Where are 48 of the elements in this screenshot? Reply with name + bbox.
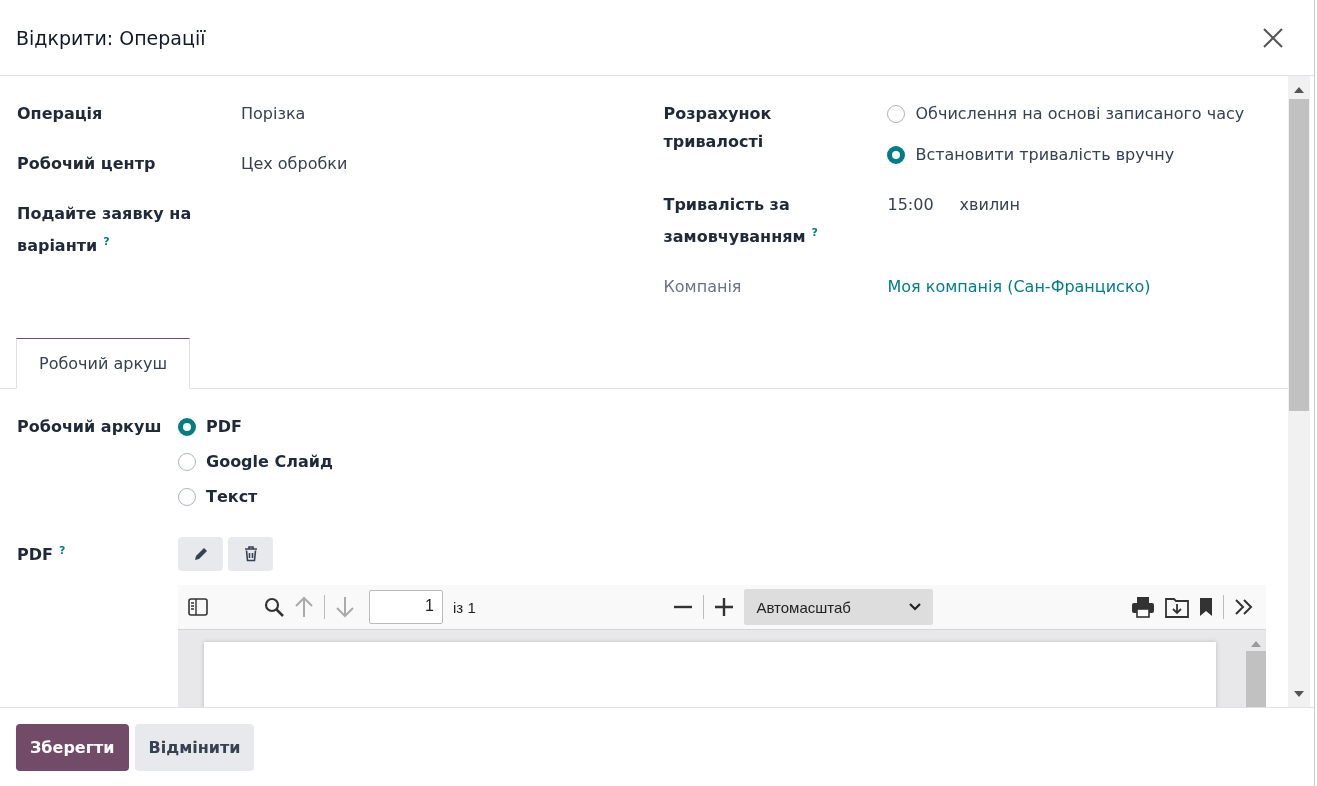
help-mark[interactable]: ? (811, 226, 818, 239)
field-label: Компанія (663, 276, 743, 299)
duration-unit: хвилин (959, 194, 1020, 216)
duration-value[interactable]: 15:00 (887, 191, 934, 252)
company-link[interactable]: Моя компанія (Сан-Франциско) (887, 273, 1151, 302)
delete-button[interactable] (228, 537, 273, 571)
printer-icon[interactable] (1131, 596, 1155, 618)
radio-button[interactable] (178, 418, 196, 436)
pencil-icon (192, 546, 209, 562)
chevron-down-icon (909, 603, 922, 611)
radio-label[interactable]: Встановити тривалість вручну (915, 141, 1175, 169)
radio-label[interactable]: PDF (206, 413, 242, 441)
scrollbar[interactable] (1288, 76, 1310, 707)
plus-icon[interactable] (714, 597, 735, 617)
radio-button[interactable] (887, 146, 906, 164)
tab[interactable]: Робочий аркуш (16, 338, 191, 389)
radio-label[interactable]: Текст (206, 483, 258, 511)
page-count: із 1 (453, 598, 476, 616)
folder-download-icon[interactable] (1165, 596, 1189, 618)
field-value[interactable]: Цех обробки (241, 150, 348, 178)
field-label: Подайте заявку на варіанти $^{?}$ (17, 203, 193, 258)
cancel-button[interactable]: Відмінити (134, 723, 255, 771)
radio-button[interactable] (887, 105, 906, 123)
field-label: Операція (17, 103, 104, 125)
field-label: Робочий аркуш (17, 416, 163, 438)
page-number-field[interactable]: 1 (369, 590, 443, 624)
radio-button[interactable] (178, 488, 196, 506)
field-value[interactable]: Порізка (241, 100, 306, 128)
field-label: PDF $^{?}$ (17, 543, 67, 567)
scrollbar[interactable] (1246, 642, 1266, 707)
field-label: Робочий центр (17, 153, 157, 175)
sidebar-icon[interactable] (188, 598, 208, 616)
zoom-dropdown[interactable]: Автомасштаб (744, 589, 934, 625)
save-button[interactable]: Зберегти (16, 723, 129, 771)
double-chevron-icon[interactable] (1234, 599, 1254, 615)
close-icon[interactable] (1262, 26, 1284, 49)
trash-icon (243, 546, 258, 562)
bookmark-icon[interactable] (1199, 597, 1213, 617)
edit-button[interactable] (178, 537, 223, 571)
search-icon[interactable] (264, 597, 284, 617)
dialog-title: Відкрити: Операції (16, 26, 206, 49)
help-mark[interactable]: ? (58, 544, 66, 557)
field-label: Розрахунок тривалості (663, 103, 773, 153)
radio-label[interactable]: Google Слайд (206, 448, 333, 476)
help-mark[interactable]: ? (103, 235, 110, 248)
radio-label[interactable]: Обчислення на основі записаного часу (915, 100, 1245, 128)
field-label: Тривалість за замовчуванням $^{?}$ (663, 194, 819, 249)
radio-button[interactable] (178, 453, 196, 471)
